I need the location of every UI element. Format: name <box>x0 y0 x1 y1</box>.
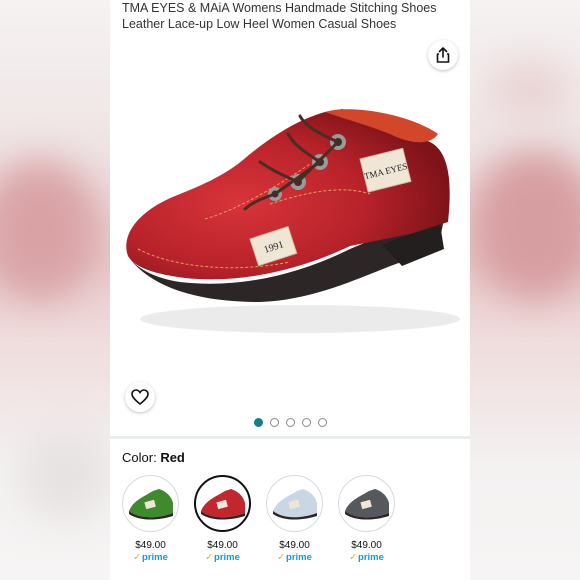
carousel-dot[interactable] <box>317 418 327 427</box>
right-blur-background <box>470 0 580 580</box>
swatch-light-blue[interactable]: $49.00 ✓prime <box>266 475 323 563</box>
wishlist-button[interactable] <box>125 382 155 412</box>
swatch-image[interactable] <box>122 475 179 532</box>
product-image-carousel[interactable]: TMA EYES 1991 <box>110 34 470 412</box>
heart-icon <box>131 389 149 405</box>
prime-badge: ✓prime <box>277 552 312 563</box>
carousel-dot[interactable] <box>253 418 263 427</box>
product-page: TMA EYES & MAiA Womens Handmade Stitchin… <box>110 0 470 580</box>
swatch-image[interactable] <box>338 475 395 532</box>
share-button[interactable] <box>428 40 458 70</box>
swatch-green[interactable]: $49.00 ✓prime <box>122 475 179 563</box>
swatch-image[interactable] <box>194 475 251 532</box>
left-blur-background <box>0 0 110 580</box>
prime-badge: ✓prime <box>349 552 384 563</box>
swatch-image[interactable] <box>266 475 323 532</box>
variant-price: $49.00 <box>351 540 382 551</box>
variant-price: $49.00 <box>279 540 310 551</box>
carousel-dot[interactable] <box>269 418 279 427</box>
swatch-red[interactable]: $49.00 ✓prime <box>194 475 251 563</box>
check-icon: ✓ <box>277 552 286 563</box>
color-swatches: $49.00 ✓prime $49.00 ✓prime $49.00 ✓prim… <box>122 475 395 563</box>
color-label-text: Color: <box>122 450 157 465</box>
check-icon: ✓ <box>205 552 214 563</box>
carousel-pagination <box>110 418 470 427</box>
color-selector-label: Color: Red <box>122 450 185 465</box>
prime-badge: ✓prime <box>205 552 240 563</box>
section-divider <box>110 436 470 439</box>
product-image: TMA EYES 1991 <box>126 109 460 333</box>
carousel-dot[interactable] <box>285 418 295 427</box>
variant-price: $49.00 <box>135 540 166 551</box>
share-icon <box>436 47 450 63</box>
check-icon: ✓ <box>349 552 358 563</box>
prime-badge: ✓prime <box>133 552 168 563</box>
check-icon: ✓ <box>133 552 142 563</box>
swatch-gray[interactable]: $49.00 ✓prime <box>338 475 395 563</box>
carousel-dot[interactable] <box>301 418 311 427</box>
product-title[interactable]: TMA EYES & MAiA Womens Handmade Stitchin… <box>122 0 462 32</box>
variant-price: $49.00 <box>207 540 238 551</box>
selected-color-name: Red <box>160 450 185 465</box>
